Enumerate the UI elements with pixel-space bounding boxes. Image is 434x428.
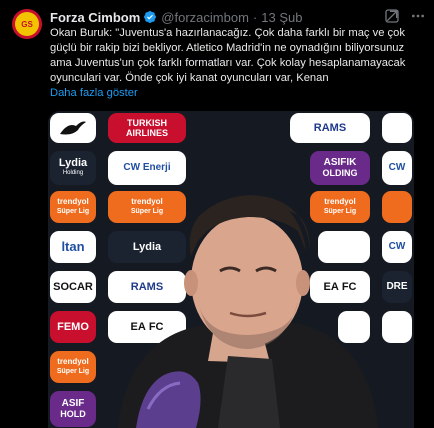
show-more-link[interactable]: Daha fazla göster	[50, 87, 138, 99]
verified-badge-icon	[144, 11, 157, 23]
avatar-logo-text: GS	[21, 19, 33, 29]
post-body: Okan Buruk: "Juventus'a hazırlanacağız. …	[50, 27, 406, 84]
microphone-icon	[136, 371, 201, 428]
author-name[interactable]: Forza Cimbom	[50, 10, 140, 25]
interviewee-figure	[118, 195, 378, 428]
post-timestamp[interactable]: 13 Şub	[261, 10, 302, 25]
galatasaray-logo: GS	[15, 12, 39, 36]
post-video-thumbnail[interactable]: TURKISH AIRLINES RAMS Lydia Holding CW E…	[48, 111, 414, 428]
author-avatar[interactable]: GS	[12, 9, 42, 39]
grok-icon[interactable]	[384, 8, 400, 24]
author-handle[interactable]: @forzacimbom	[161, 10, 249, 25]
post-actions	[384, 8, 426, 24]
separator-dot: ·	[252, 9, 258, 25]
more-options-icon[interactable]	[410, 8, 426, 24]
post-header: Forza Cimbom @forzacimbom · 13 Şub	[50, 9, 426, 25]
post-text: Okan Buruk: "Juventus'a hazırlanacağız. …	[50, 26, 426, 86]
